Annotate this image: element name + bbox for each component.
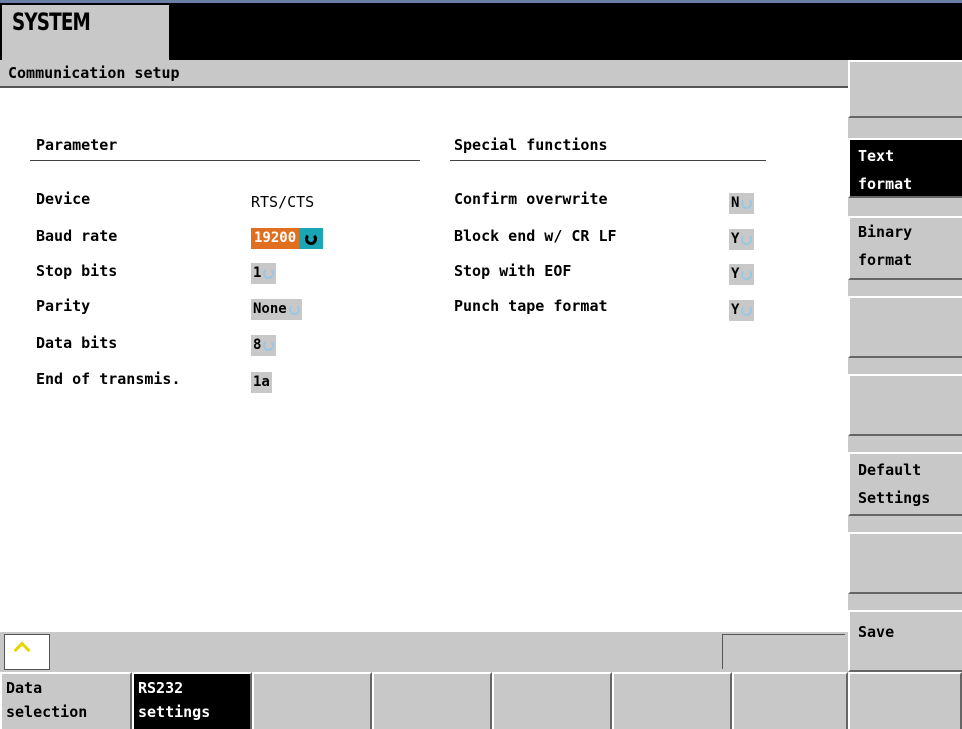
toggle-cycle-icon[interactable] bbox=[741, 234, 753, 245]
softkey-bottom-4[interactable] bbox=[372, 672, 492, 729]
status-bar bbox=[0, 632, 848, 672]
system-title: SYSTEM bbox=[12, 8, 91, 36]
softkey-bottom-7[interactable] bbox=[732, 672, 848, 729]
parity-label: Parity bbox=[36, 297, 91, 315]
data-bits-label: Data bits bbox=[36, 334, 118, 352]
softkey-label: settings bbox=[138, 703, 211, 721]
special-functions-divider bbox=[450, 160, 766, 161]
softkey-label: Settings bbox=[858, 489, 931, 507]
device-value: RTS/CTS bbox=[251, 193, 315, 211]
default-settings-softkey[interactable]: Default Settings bbox=[848, 452, 962, 516]
end-of-transmission-label: End of transmis. bbox=[36, 370, 181, 388]
softkey-right-7[interactable] bbox=[848, 532, 962, 594]
block-end-field[interactable]: Y bbox=[729, 229, 755, 250]
stop-bits-value[interactable]: 1 bbox=[253, 263, 261, 284]
confirm-overwrite-value[interactable]: N bbox=[731, 193, 739, 214]
toggle-cycle-icon[interactable] bbox=[741, 269, 753, 280]
stop-bits-field[interactable]: 1 bbox=[251, 263, 277, 284]
stop-with-eof-value[interactable]: Y bbox=[731, 264, 739, 285]
special-functions-heading: Special functions bbox=[454, 136, 608, 154]
page-title: Communication setup bbox=[8, 64, 180, 82]
data-bits-value[interactable]: 8 bbox=[253, 335, 261, 356]
stop-bits-label: Stop bits bbox=[36, 262, 118, 280]
toggle-cycle-icon[interactable] bbox=[741, 305, 753, 316]
parameter-heading: Parameter bbox=[36, 136, 118, 154]
softkey-bottom-8[interactable] bbox=[848, 672, 962, 729]
softkey-bottom-3[interactable] bbox=[252, 672, 372, 729]
toggle-cycle-icon[interactable] bbox=[263, 340, 275, 351]
end-of-transmission-field[interactable]: 1a bbox=[251, 372, 272, 393]
main-panel bbox=[0, 88, 848, 632]
toggle-cycle-icon[interactable] bbox=[741, 198, 753, 209]
top-strip bbox=[0, 0, 962, 3]
softkey-label: format bbox=[858, 251, 913, 269]
data-selection-softkey[interactable]: Data selection bbox=[0, 672, 132, 729]
softkey-label: Save bbox=[858, 623, 895, 641]
device-label: Device bbox=[36, 190, 91, 208]
data-bits-field[interactable]: 8 bbox=[251, 335, 277, 356]
softkey-bottom-6[interactable] bbox=[612, 672, 732, 729]
text-format-softkey[interactable]: Text format bbox=[848, 138, 962, 198]
softkey-right-4[interactable] bbox=[848, 296, 962, 358]
stop-with-eof-field[interactable]: Y bbox=[729, 264, 755, 285]
punch-tape-format-field[interactable]: Y bbox=[729, 300, 755, 321]
status-info-field bbox=[722, 634, 845, 669]
block-end-label: Block end w/ CR LF bbox=[454, 227, 617, 245]
rs232-settings-softkey[interactable]: RS232 settings bbox=[132, 672, 252, 729]
softkey-label: Data bbox=[6, 679, 43, 697]
stop-with-eof-label: Stop with EOF bbox=[454, 262, 572, 280]
softkey-right-5[interactable] bbox=[848, 374, 962, 436]
softkey-label: Text bbox=[858, 147, 895, 165]
toggle-cycle-icon[interactable] bbox=[288, 304, 300, 315]
softkey-label: format bbox=[858, 175, 913, 193]
softkey-bottom-5[interactable] bbox=[492, 672, 612, 729]
end-of-transmission-value[interactable]: 1a bbox=[251, 372, 272, 393]
parity-value[interactable]: None bbox=[253, 299, 287, 320]
confirm-overwrite-field[interactable]: N bbox=[729, 193, 755, 214]
softkey-label: selection bbox=[6, 703, 88, 721]
block-end-value[interactable]: Y bbox=[731, 229, 739, 250]
baud-rate-label: Baud rate bbox=[36, 227, 118, 245]
punch-tape-format-value[interactable]: Y bbox=[731, 300, 739, 321]
softkey-label: Binary bbox=[858, 223, 913, 241]
baud-rate-field[interactable]: 19200 bbox=[251, 228, 324, 249]
parity-field[interactable]: None bbox=[251, 299, 302, 320]
baud-rate-value[interactable]: 19200 bbox=[251, 228, 300, 249]
confirm-overwrite-label: Confirm overwrite bbox=[454, 190, 608, 208]
parameter-divider bbox=[30, 160, 420, 161]
toggle-cycle-icon[interactable] bbox=[299, 228, 324, 249]
punch-tape-format-label: Punch tape format bbox=[454, 297, 608, 315]
save-softkey[interactable]: Save bbox=[848, 610, 962, 672]
softkey-label: Default bbox=[858, 461, 922, 479]
softkey-label: RS232 bbox=[138, 679, 184, 697]
toggle-cycle-icon[interactable] bbox=[263, 268, 275, 279]
binary-format-softkey[interactable]: Binary format bbox=[848, 216, 962, 280]
softkey-right-1[interactable] bbox=[848, 60, 962, 118]
